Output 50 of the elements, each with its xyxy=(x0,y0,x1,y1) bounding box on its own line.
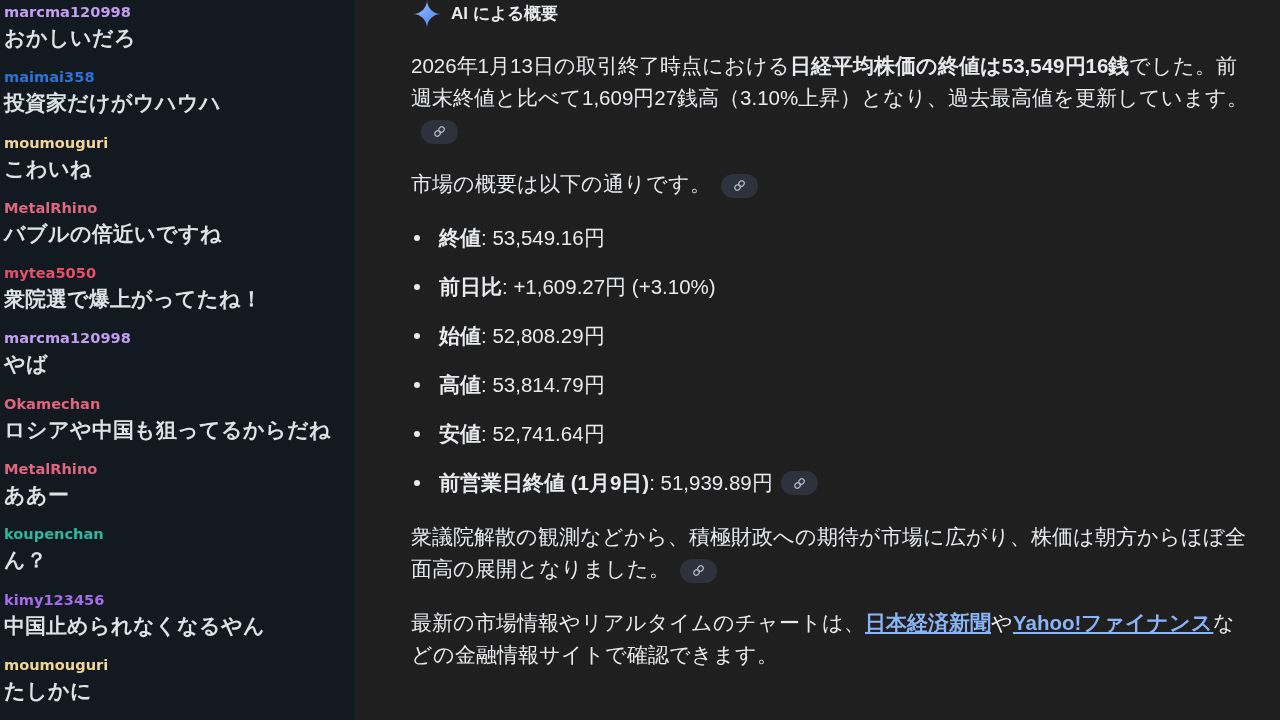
chat-message: おかしいだろ xyxy=(4,25,136,51)
source-link-button[interactable] xyxy=(421,119,458,144)
source-link-button[interactable] xyxy=(780,471,818,495)
summary-paragraph: 衆議院解散の観測などから、積極財政への期待が市場に広がり、株価は朝方からほぼ全面高の展開となりました。 xyxy=(411,521,1257,585)
chat-username: moumouguri xyxy=(4,133,109,152)
summary-list-item: 始値: 52,808.29円 xyxy=(439,323,605,349)
bullet-icon xyxy=(414,235,420,241)
source-link-button[interactable] xyxy=(680,558,717,583)
summary-paragraph: 市場の概要は以下の通りです。 xyxy=(411,168,1257,200)
chat-username: marcma120998 xyxy=(4,3,131,21)
source-link[interactable]: Yahoo!ファイナンス xyxy=(1013,611,1214,634)
chat-username: MetalRhino xyxy=(4,198,98,217)
chat-username: maimai358 xyxy=(4,68,95,87)
chat-message: 衆院選で爆上がってたね！ xyxy=(4,286,262,313)
chat-message: たしかに xyxy=(4,677,92,704)
bullet-icon xyxy=(414,480,420,486)
link-icon xyxy=(692,564,705,578)
chat-username: moumouguri xyxy=(4,655,109,674)
sparkle-icon xyxy=(413,0,441,28)
chat-username: koupenchan xyxy=(4,525,104,544)
chat-username: Okamechan xyxy=(4,394,101,413)
source-link[interactable]: 日本経済新聞 xyxy=(865,611,991,634)
summary-paragraph: 2026年1月13日の取引終了時点における日経平均株価の終値は53,549円16銭でした。前週末終値と比べて1,609円27銭高（3.10%上昇）となり、過去最高値を更新しています。 xyxy=(411,50,1257,146)
chat-message: ロシアや中国も狙ってるからだね xyxy=(4,416,331,443)
chat-message: 投資家だけがウハウハ xyxy=(4,90,221,117)
chat-message: ん？ xyxy=(4,547,47,574)
summary-paragraph: 最新の市場情報やリアルタイムのチャートは、日本経済新聞やYahoo!ファイナンスなどの金融情報サイトで確認できます。 xyxy=(411,610,1237,668)
chat-message: やば xyxy=(4,351,48,378)
chat-username: mytea5050 xyxy=(4,264,97,283)
summary-list-item: 前日比: +1,609.27円 (+3.10%) xyxy=(439,274,716,300)
summary-list-item: 高値: 53,814.79円 xyxy=(439,372,605,398)
source-link-button[interactable] xyxy=(721,173,758,198)
chat-message: こわいね xyxy=(4,155,92,182)
chat-username: kimy123456 xyxy=(4,590,105,609)
bullet-icon xyxy=(414,431,420,437)
chat-message: バブルの倍近いですね xyxy=(4,220,222,247)
chat-username: MetalRhino xyxy=(4,460,98,479)
chat-username: marcma120998 xyxy=(4,329,131,348)
summary-list-item: 安値: 52,741.64円 xyxy=(439,421,605,447)
bullet-icon xyxy=(414,333,420,339)
chat-message: ああー xyxy=(4,482,69,509)
summary-list-item: 終値: 53,549.16円 xyxy=(439,225,605,251)
summary-list-item: 前営業日終値 (1月9日): 51,939.89円 xyxy=(439,470,773,496)
link-icon xyxy=(792,476,806,490)
bullet-icon xyxy=(414,382,420,388)
link-icon xyxy=(733,179,746,193)
chat-message: 中国止められなくなるやん xyxy=(4,612,265,640)
link-icon xyxy=(433,125,446,139)
bullet-icon xyxy=(414,284,420,290)
overview-title: AI による概要 xyxy=(451,2,558,25)
